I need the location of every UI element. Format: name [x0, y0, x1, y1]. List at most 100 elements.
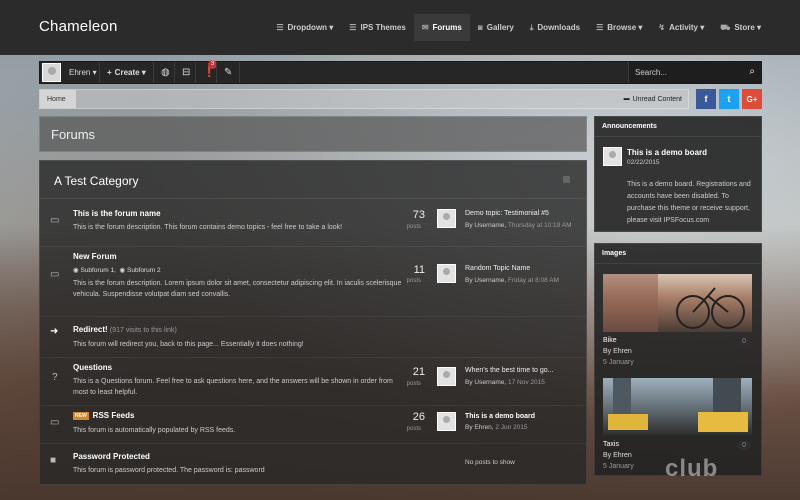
user-bar: Ehren ▾ + Create ▾ ◍ ⊟ ❗ 3 ✎ Search... ⌕ — [39, 60, 762, 84]
last-post-meta: By Username, Friday at 8:08 AM — [465, 277, 559, 284]
search-placeholder: Search... — [635, 68, 668, 77]
images-widget: Images Bike 0 By Ehren 5 January Taxis 0… — [594, 243, 762, 476]
subforum-link[interactable]: Subforum 1, — [80, 267, 115, 274]
nav-store[interactable]: ⛟ Store ▾ — [712, 14, 769, 41]
post-count-label: posts — [406, 381, 421, 387]
post-count: 21 — [412, 366, 425, 378]
question-icon: ? — [52, 372, 58, 383]
forum-name-text: Redirect! — [73, 325, 108, 334]
last-post-title[interactable]: This is a demo board — [465, 413, 535, 420]
bike-illustration — [603, 274, 745, 332]
forum-row: ▭ NEW RSS Feeds This forum is automatical… — [40, 406, 586, 444]
last-post-author[interactable]: By Username, — [465, 277, 506, 284]
collapse-toggle-icon[interactable] — [563, 176, 570, 183]
last-post-title[interactable]: Demo topic: Testimonial #5 — [465, 210, 549, 217]
forum-name[interactable]: New Forum — [73, 252, 117, 261]
chat-icon: ▭ — [50, 215, 60, 226]
last-post-author[interactable]: By Username, — [465, 379, 506, 386]
redirect-arrow-icon: ➜ — [50, 326, 59, 337]
post-count-label: posts — [406, 278, 421, 284]
announcements-widget: Announcements This is a demo board 02/22… — [594, 116, 762, 232]
last-poster-avatar[interactable] — [437, 209, 456, 228]
user-avatar[interactable] — [42, 63, 61, 82]
forum-row: ? Questions This is a Questions forum. F… — [40, 358, 586, 406]
create-button[interactable]: + Create ▾ — [99, 62, 153, 83]
inbox-icon[interactable]: ⊟ — [174, 62, 197, 83]
nav-dropdown[interactable]: ☰ Dropdown ▾ — [268, 14, 341, 41]
image-title[interactable]: Bike — [603, 337, 617, 344]
taxis-illustration — [608, 378, 748, 432]
new-badge: NEW — [73, 411, 89, 420]
last-post-time: Thursday at 10:19 AM — [507, 222, 572, 229]
comment-count: 0 — [737, 337, 751, 346]
activity-icon: ↯ — [658, 23, 666, 32]
announcement-title[interactable]: This is a demo board — [627, 148, 707, 157]
forum-description: This is the forum description. This foru… — [73, 224, 343, 231]
google-plus-icon[interactable]: G+ — [742, 89, 762, 109]
site-logo[interactable]: Chameleon — [39, 18, 118, 35]
last-poster-avatar[interactable] — [437, 264, 456, 283]
forum-description: This is a Questions forum. Feel free to … — [73, 378, 393, 396]
bike-image[interactable] — [603, 274, 752, 332]
category-title[interactable]: A Test Category — [54, 174, 139, 188]
forum-name[interactable]: This is the forum name — [73, 209, 161, 218]
nav-activity[interactable]: ↯ Activity ▾ — [650, 14, 712, 41]
twitter-icon[interactable]: t — [719, 89, 739, 109]
taxis-image[interactable] — [603, 378, 752, 436]
unread-label: Unread Content — [632, 95, 682, 103]
cart-icon: ⛟ — [720, 22, 731, 32]
nav-label: Gallery — [486, 23, 514, 32]
forum-description: This forum is automatically populated by… — [73, 427, 236, 434]
last-post-author[interactable]: By Username, — [465, 222, 506, 229]
announcement-avatar[interactable] — [603, 147, 622, 166]
nav-forums[interactable]: ✉ Forums — [413, 14, 470, 41]
nav-downloads[interactable]: ⤓ Downloads — [522, 14, 588, 41]
search-icon[interactable]: ⌕ — [749, 66, 755, 77]
image-title[interactable]: Taxis — [603, 441, 619, 448]
post-count: 73 — [412, 209, 425, 221]
last-post-title[interactable]: Random Topic Name — [465, 265, 530, 272]
forum-name[interactable]: Redirect! (917 visits to this link) — [73, 325, 177, 334]
forum-name[interactable]: Questions — [73, 363, 112, 372]
nav-ips-themes[interactable]: ☰ IPS Themes — [341, 14, 414, 41]
unread-content-link[interactable]: ▬ Unread Content — [624, 90, 682, 108]
forum-description: This forum will redirect you, back to th… — [73, 341, 304, 348]
nav-label: Downloads — [537, 23, 581, 32]
category-header: A Test Category — [40, 161, 586, 199]
subforum-link[interactable]: Subforum 2 — [127, 267, 161, 274]
last-post-author[interactable]: By Ehren, — [465, 424, 494, 431]
forum-name[interactable]: NEW RSS Feeds — [73, 411, 134, 420]
announcement-date: 02/22/2015 — [627, 159, 660, 166]
forum-name[interactable]: Password Protected — [73, 452, 150, 461]
announcement-body: This is a demo board. Registrations and … — [627, 181, 751, 224]
page-title: Forums — [51, 127, 96, 142]
nav-gallery[interactable]: ◙ Gallery — [470, 14, 522, 41]
search-input[interactable]: Search... ⌕ — [628, 62, 761, 83]
widget-title: Announcements — [595, 117, 761, 137]
brush-icon[interactable]: ✎ — [216, 62, 241, 83]
nav-label: Activity ▾ — [669, 23, 705, 32]
page-header: Forums — [39, 116, 587, 152]
image-author[interactable]: By Ehren — [603, 348, 632, 355]
forum-name-text: RSS Feeds — [92, 411, 135, 420]
facebook-icon[interactable]: f — [696, 89, 716, 109]
last-post-title[interactable]: When's the best time to go... — [465, 367, 554, 374]
breadcrumb-home[interactable]: Home — [40, 90, 76, 108]
image-author[interactable]: By Ehren — [603, 452, 632, 459]
chat-icon: ▭ — [50, 417, 60, 428]
nav-label: Browse ▾ — [607, 23, 643, 32]
image-date: 5 January — [603, 463, 634, 470]
lock-icon: ■ — [50, 455, 57, 466]
subforum-list: ◉ Subforum 1, ◉ Subforum 2 — [73, 266, 161, 274]
watermark-text: club — [665, 455, 719, 482]
last-poster-avatar[interactable] — [437, 412, 456, 431]
breadcrumb: Home ▬ Unread Content — [39, 89, 689, 109]
camera-icon: ◙ — [477, 23, 483, 32]
comment-count: 0 — [737, 441, 751, 450]
forum-row: ▭ This is the forum name This is the for… — [40, 200, 586, 247]
last-poster-avatar[interactable] — [437, 367, 456, 386]
forum-row: ■ Password Protected This forum is passw… — [40, 444, 586, 484]
last-post-meta: By Ehren, 2 Jun 2015 — [465, 424, 528, 431]
user-menu-button[interactable]: Ehren ▾ — [62, 62, 104, 83]
nav-browse[interactable]: ☰ Browse ▾ — [588, 14, 650, 41]
